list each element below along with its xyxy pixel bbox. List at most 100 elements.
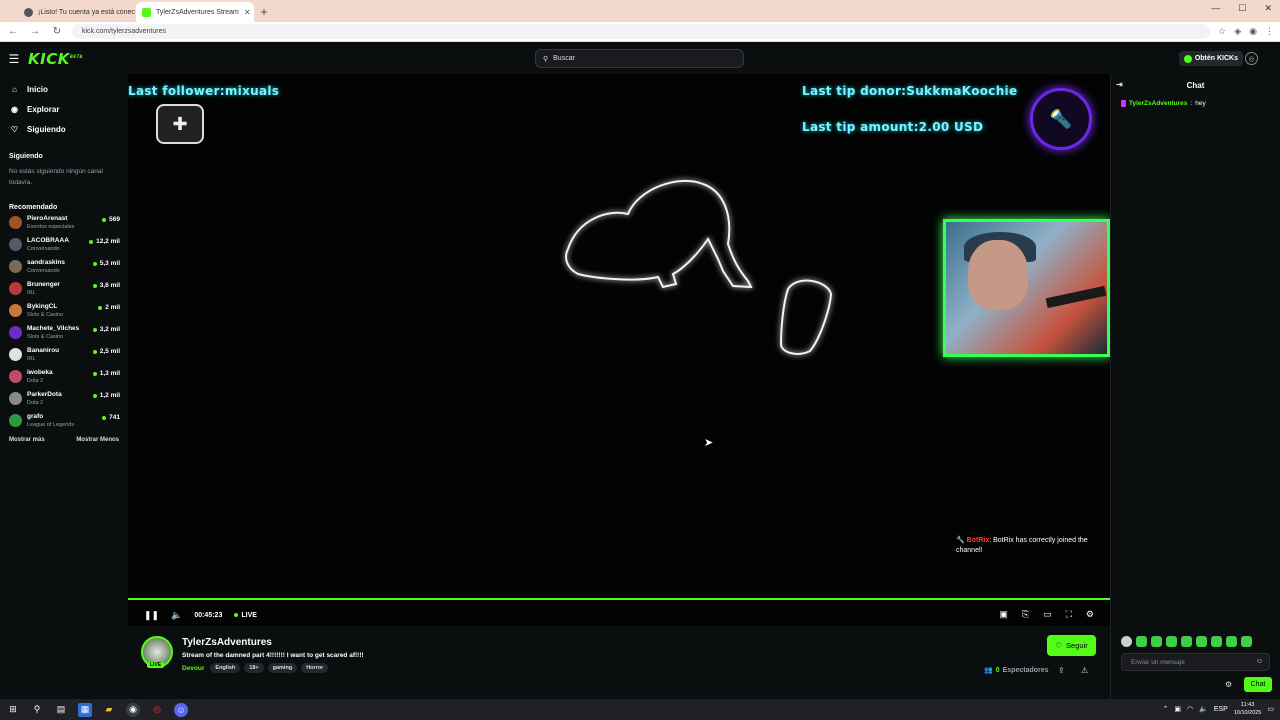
notifications-icon[interactable]: ▭ — [1267, 705, 1274, 713]
pause-icon[interactable]: ❚❚ — [144, 610, 159, 621]
viewer-number: 0 — [995, 666, 1000, 674]
channel-info: LIVE TylerZsAdventures Stream of the dam… — [128, 626, 1110, 699]
last-tip-donor-overlay: Last tip donor:SukkmaKoochie — [802, 84, 1018, 98]
recommended-channel[interactable]: Bananirou IRL 2,5 mil — [0, 345, 128, 367]
emote-icon[interactable] — [1196, 636, 1207, 647]
chat-message: TylerZsAdventures: hey — [1111, 96, 1280, 111]
show-less-link[interactable]: Mostrar Menos — [76, 437, 119, 443]
forward-icon[interactable]: → — [28, 26, 42, 37]
recommended-channel[interactable]: Machete_Vilches Slots & Casino 3,2 mil — [0, 323, 128, 345]
recommended-channel[interactable]: iwobeka Dota 2 1,3 mil — [0, 367, 128, 389]
sidebar-item-inicio[interactable]: ⌂ Inicio — [0, 79, 128, 99]
send-chat-button[interactable]: Chat — [1244, 677, 1272, 692]
stream-category[interactable]: Devour — [182, 665, 204, 672]
recommended-channel[interactable]: BykingCL Slots & Casino 2 mil — [0, 301, 128, 323]
search-input[interactable]: ⚲ Buscar — [535, 49, 744, 68]
emote-icon[interactable] — [1151, 636, 1162, 647]
discord-icon[interactable]: ☺ — [174, 702, 188, 717]
recommended-channel[interactable]: grafo League of Legends 741 — [0, 411, 128, 433]
recording-app-icon[interactable]: ◎ — [150, 703, 164, 717]
back-icon[interactable]: ← — [6, 26, 20, 37]
url-text: kick.com/tylerzsadventures — [82, 28, 167, 35]
kick-logo[interactable]: KICKBETA — [28, 50, 83, 68]
chat-input[interactable]: Enviar un mensaje ☺ — [1121, 653, 1270, 671]
chat-settings-icon[interactable]: ⚙ — [1225, 680, 1232, 689]
browser-tab-2[interactable]: TylerZsAdventures Stream ✕ — [136, 2, 254, 22]
kick-icon — [142, 7, 151, 17]
webcam-face — [968, 240, 1028, 310]
emote-icon[interactable] — [1241, 636, 1252, 647]
file-explorer-icon[interactable]: ▰ — [102, 703, 116, 717]
volume-icon[interactable]: 🔈 — [171, 610, 182, 621]
emote-icon[interactable] — [1136, 636, 1147, 647]
recommended-channel[interactable]: ParkerDota Dota 2 1,2 mil — [0, 389, 128, 411]
channel-name: LACOBRAAA — [27, 237, 69, 244]
bot-icon: 🔧 — [956, 537, 965, 544]
collapse-chat-icon[interactable]: ⇥ — [1116, 80, 1123, 89]
extensions-icon[interactable]: ◈ — [1234, 26, 1241, 37]
tag[interactable]: gaming — [267, 663, 298, 673]
wifi-icon[interactable]: ◠ — [1187, 705, 1193, 713]
emote-icon[interactable] — [1166, 636, 1177, 647]
chat-input-placeholder: Enviar un mensaje — [1131, 658, 1185, 666]
recommended-channel[interactable]: Brunenger IRL 3,6 mil — [0, 279, 128, 301]
share-icon[interactable]: ⇪ — [1058, 666, 1065, 675]
emoji-icon[interactable]: ☺ — [1256, 658, 1263, 665]
channel-name[interactable]: TylerZsAdventures — [182, 637, 272, 648]
search-icon[interactable]: ⚲ — [30, 703, 44, 717]
medkit-overlay-icon: ✚ — [156, 104, 204, 144]
windows-start-icon[interactable]: ⊞ — [6, 703, 20, 717]
tray-chevron-icon[interactable]: ⌃ — [1163, 705, 1169, 713]
emote-icon[interactable] — [1211, 636, 1222, 647]
clock[interactable]: 11:43 10/10/2025 — [1234, 701, 1262, 717]
volume-icon[interactable]: 🔈 — [1199, 705, 1208, 713]
bookmark-star-icon[interactable]: ☆ — [1218, 26, 1226, 37]
bot-chat-overlay: 🔧 BotRix: BotRix has correctly joined th… — [956, 536, 1108, 556]
tray-icon[interactable]: ▣ — [1174, 705, 1181, 713]
app-icon[interactable]: ▦ — [78, 702, 92, 717]
tag[interactable]: English — [210, 663, 241, 673]
show-more-link[interactable]: Mostrar más — [9, 437, 45, 443]
recommended-channel[interactable]: LACOBRAAA Conversando 12,2 mil — [0, 235, 128, 257]
pip-icon[interactable]: ▣ — [999, 609, 1008, 620]
user-avatar[interactable]: ◎ — [1245, 52, 1258, 65]
menu-icon[interactable]: ⋮ — [1265, 26, 1274, 37]
viewer-count: 2 mil — [98, 301, 120, 311]
browser-tab-1[interactable]: ¡Listo! Tu cuenta ya está conec ✕ — [18, 2, 136, 22]
theater-mode-icon[interactable]: ▭ — [1043, 609, 1052, 620]
url-field[interactable]: kick.com/tylerzsadventures — [72, 24, 1211, 39]
search-icon: ⚲ — [543, 55, 549, 63]
settings-gear-icon[interactable]: ⚙ — [1086, 609, 1094, 620]
emote-icon[interactable] — [1121, 636, 1132, 647]
tag[interactable]: 18+ — [244, 663, 264, 673]
minimize-icon[interactable]: — — [1211, 3, 1220, 14]
follow-label: Seguir — [1066, 641, 1088, 650]
close-icon[interactable]: ✕ — [244, 8, 251, 17]
report-icon[interactable]: ⚠ — [1081, 666, 1088, 675]
sidebar-item-siguiendo[interactable]: ♡ Siguiendo — [0, 119, 128, 139]
close-window-icon[interactable]: ✕ — [1264, 3, 1272, 14]
get-kicks-button[interactable]: Obtén KICKs — [1178, 51, 1243, 66]
following-empty-text: No estás siguiendo ningún canal todavía. — [9, 168, 103, 186]
hamburger-menu-icon[interactable]: ☰ — [0, 52, 28, 66]
new-tab-button[interactable]: + — [254, 2, 274, 22]
maximize-icon[interactable]: ☐ — [1238, 3, 1246, 14]
recommended-channel[interactable]: sandraskins Conversando 5,3 mil — [0, 257, 128, 279]
task-view-icon[interactable]: ▤ — [54, 703, 68, 717]
reload-icon[interactable]: ↻ — [50, 26, 64, 37]
emote-icon[interactable] — [1226, 636, 1237, 647]
live-indicator: LIVE — [234, 612, 257, 619]
chat-username[interactable]: TylerZsAdventures — [1129, 100, 1187, 107]
video-player[interactable]: Last follower:mixuals ✚ Last tip donor:S… — [128, 74, 1110, 626]
clip-icon[interactable]: ⎘ — [1022, 609, 1029, 620]
recommended-channel[interactable]: PieroArenast Eventos especiales 569 — [0, 213, 128, 235]
emote-icon[interactable] — [1181, 636, 1192, 647]
fullscreen-icon[interactable]: ⛶ — [1066, 609, 1072, 620]
language-indicator[interactable]: ESP — [1214, 706, 1228, 713]
tag[interactable]: Horror — [301, 663, 329, 673]
sidebar-item-explorar[interactable]: ◉ Explorar — [0, 99, 128, 119]
chrome-icon[interactable]: ◉ — [126, 702, 140, 717]
follow-button[interactable]: ♡ Seguir — [1047, 635, 1096, 656]
progress-bar[interactable] — [128, 598, 1110, 600]
profile-icon[interactable]: ◉ — [1249, 26, 1257, 37]
